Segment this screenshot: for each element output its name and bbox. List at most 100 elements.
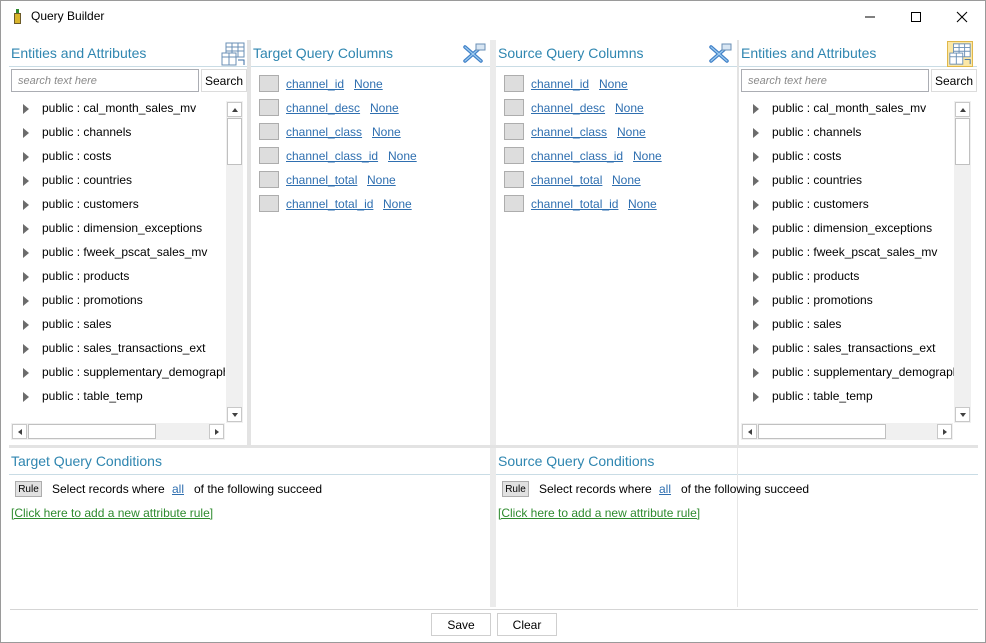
- column-name-link[interactable]: channel_total: [531, 173, 602, 187]
- expand-arrow-icon[interactable]: [753, 200, 759, 210]
- tree-item[interactable]: public : sales_transactions_ext: [11, 337, 225, 361]
- expand-arrow-icon[interactable]: [23, 248, 29, 258]
- column-checkbox[interactable]: [259, 123, 279, 140]
- column-name-link[interactable]: channel_total: [286, 173, 357, 187]
- column-alias-link[interactable]: None: [372, 125, 401, 139]
- expand-arrow-icon[interactable]: [753, 104, 759, 114]
- source-rule-button[interactable]: Rule: [502, 481, 529, 497]
- expand-arrow-icon[interactable]: [23, 344, 29, 354]
- column-alias-link[interactable]: None: [354, 77, 383, 91]
- expand-arrow-icon[interactable]: [753, 392, 759, 402]
- expand-arrow-icon[interactable]: [753, 272, 759, 282]
- expand-arrow-icon[interactable]: [23, 200, 29, 210]
- tree-item[interactable]: public : channels: [11, 121, 225, 145]
- column-checkbox[interactable]: [504, 147, 524, 164]
- expand-arrow-icon[interactable]: [23, 296, 29, 306]
- save-button[interactable]: Save: [431, 613, 491, 636]
- expand-arrow-icon[interactable]: [23, 320, 29, 330]
- scroll-right-button[interactable]: [209, 424, 224, 439]
- column-name-link[interactable]: channel_id: [531, 77, 589, 91]
- minimize-button[interactable]: [847, 1, 893, 32]
- clear-columns-icon[interactable]: [461, 41, 487, 67]
- tree-item[interactable]: public : promotions: [741, 289, 955, 313]
- clear-columns-icon[interactable]: [707, 41, 733, 67]
- scroll-up-button[interactable]: [955, 102, 970, 117]
- expand-arrow-icon[interactable]: [23, 152, 29, 162]
- tree-item[interactable]: public : sales_transactions_ext: [741, 337, 955, 361]
- tree-item[interactable]: public : table_temp: [11, 385, 225, 409]
- tree-item[interactable]: public : countries: [11, 169, 225, 193]
- column-alias-link[interactable]: None: [367, 173, 396, 187]
- expand-arrow-icon[interactable]: [753, 368, 759, 378]
- maximize-button[interactable]: [893, 1, 939, 32]
- target-rule-button[interactable]: Rule: [15, 481, 42, 497]
- column-alias-link[interactable]: None: [383, 197, 412, 211]
- right-tree-hscrollbar[interactable]: [741, 423, 953, 440]
- expand-arrow-icon[interactable]: [23, 392, 29, 402]
- tree-item[interactable]: public : promotions: [11, 289, 225, 313]
- left-tree-hscrollbar[interactable]: [11, 423, 225, 440]
- expand-arrow-icon[interactable]: [753, 296, 759, 306]
- scroll-right-button[interactable]: [937, 424, 952, 439]
- tree-item[interactable]: public : customers: [741, 193, 955, 217]
- column-alias-link[interactable]: None: [633, 149, 662, 163]
- column-alias-link[interactable]: None: [628, 197, 657, 211]
- expand-arrow-icon[interactable]: [23, 104, 29, 114]
- expand-arrow-icon[interactable]: [23, 176, 29, 186]
- tree-item[interactable]: public : dimension_exceptions: [741, 217, 955, 241]
- scroll-down-button[interactable]: [955, 407, 970, 422]
- scroll-down-button[interactable]: [227, 407, 242, 422]
- expand-arrow-icon[interactable]: [753, 248, 759, 258]
- column-checkbox[interactable]: [504, 123, 524, 140]
- expand-arrow-icon[interactable]: [753, 176, 759, 186]
- tree-item[interactable]: public : products: [741, 265, 955, 289]
- tree-item[interactable]: public : costs: [11, 145, 225, 169]
- left-search-input[interactable]: [11, 69, 199, 92]
- column-name-link[interactable]: channel_class: [531, 125, 607, 139]
- add-attribute-rule-link[interactable]: [Click here to add a new attribute rule]: [498, 506, 700, 520]
- quantifier-link[interactable]: all: [172, 482, 184, 496]
- column-alias-link[interactable]: None: [388, 149, 417, 163]
- tree-item[interactable]: public : table_temp: [741, 385, 955, 409]
- tree-item[interactable]: public : cal_month_sales_mv: [11, 97, 225, 121]
- scroll-thumb[interactable]: [28, 424, 156, 439]
- scroll-left-button[interactable]: [12, 424, 27, 439]
- left-search-button[interactable]: Search: [201, 69, 247, 92]
- expand-arrow-icon[interactable]: [753, 344, 759, 354]
- quantifier-link[interactable]: all: [659, 482, 671, 496]
- right-tree-vscrollbar[interactable]: [954, 101, 971, 423]
- expand-arrow-icon[interactable]: [23, 272, 29, 282]
- right-search-input[interactable]: [741, 69, 929, 92]
- tree-item[interactable]: public : countries: [741, 169, 955, 193]
- column-checkbox[interactable]: [259, 195, 279, 212]
- column-name-link[interactable]: channel_desc: [286, 101, 360, 115]
- column-name-link[interactable]: channel_class_id: [286, 149, 378, 163]
- column-alias-link[interactable]: None: [599, 77, 628, 91]
- column-name-link[interactable]: channel_total_id: [531, 197, 618, 211]
- expand-arrow-icon[interactable]: [753, 152, 759, 162]
- tree-item[interactable]: public : channels: [741, 121, 955, 145]
- column-alias-link[interactable]: None: [370, 101, 399, 115]
- column-name-link[interactable]: channel_id: [286, 77, 344, 91]
- scroll-thumb[interactable]: [758, 424, 886, 439]
- tree-item[interactable]: public : fweek_pscat_sales_mv: [11, 241, 225, 265]
- table-view-icon[interactable]: [947, 41, 973, 67]
- expand-arrow-icon[interactable]: [753, 320, 759, 330]
- column-checkbox[interactable]: [504, 195, 524, 212]
- column-checkbox[interactable]: [259, 75, 279, 92]
- column-checkbox[interactable]: [504, 171, 524, 188]
- tree-item[interactable]: public : cal_month_sales_mv: [741, 97, 955, 121]
- column-checkbox[interactable]: [504, 99, 524, 116]
- column-alias-link[interactable]: None: [615, 101, 644, 115]
- expand-arrow-icon[interactable]: [23, 128, 29, 138]
- close-button[interactable]: [939, 1, 985, 32]
- column-name-link[interactable]: channel_class_id: [531, 149, 623, 163]
- tree-item[interactable]: public : supplementary_demographics: [11, 361, 225, 385]
- column-alias-link[interactable]: None: [617, 125, 646, 139]
- column-name-link[interactable]: channel_desc: [531, 101, 605, 115]
- add-attribute-rule-link[interactable]: [Click here to add a new attribute rule]: [11, 506, 213, 520]
- column-checkbox[interactable]: [259, 99, 279, 116]
- expand-arrow-icon[interactable]: [23, 224, 29, 234]
- tree-item[interactable]: public : sales: [11, 313, 225, 337]
- tree-item[interactable]: public : dimension_exceptions: [11, 217, 225, 241]
